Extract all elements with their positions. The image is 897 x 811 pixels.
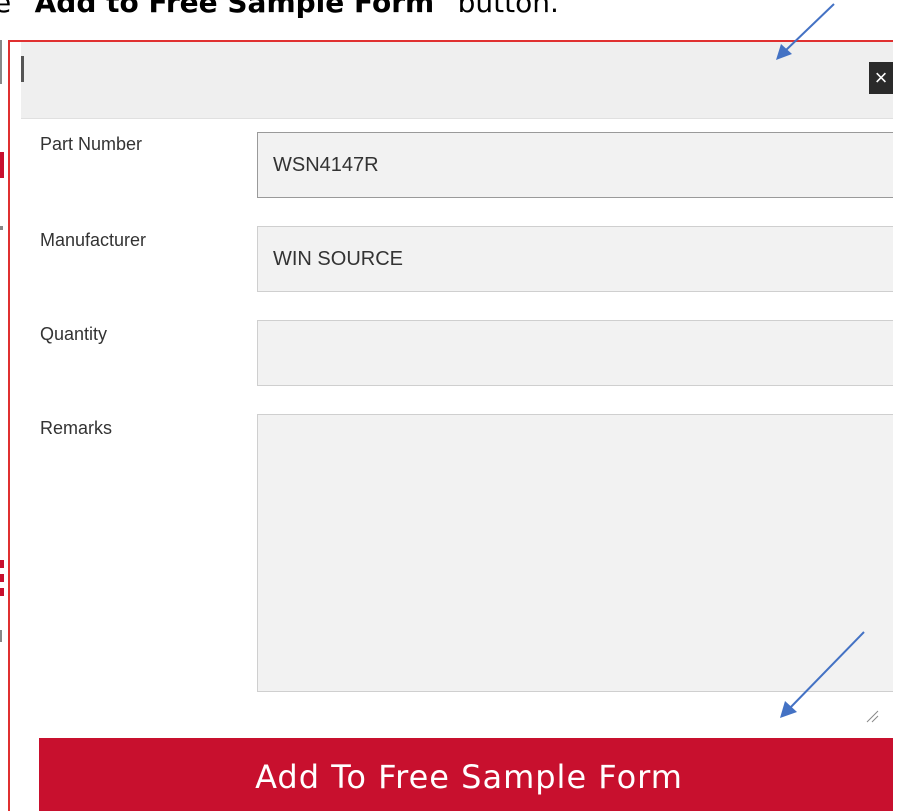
annotation-arrow-icon <box>776 3 835 60</box>
page-edge-red-mark <box>0 588 4 596</box>
page-edge-tick <box>0 226 3 230</box>
quantity-input[interactable] <box>257 320 893 386</box>
page-edge-red-mark <box>0 152 4 178</box>
caption-prefix: e “ <box>0 0 35 19</box>
manufacturer-label: Manufacturer <box>40 230 147 250</box>
caption-bold-text: Add to Free Sample Form <box>34 0 435 19</box>
remarks-label: Remarks <box>40 418 113 438</box>
page-edge-red-mark <box>0 574 4 582</box>
page-edge-tick <box>0 40 2 84</box>
caption-suffix: ” button. <box>434 0 559 19</box>
free-sample-modal: × Part Number Manufacturer Quantity Rema… <box>8 40 893 811</box>
page-edge-tick <box>0 630 2 642</box>
manufacturer-input[interactable] <box>257 226 893 292</box>
part-number-label: Part Number <box>40 134 143 154</box>
modal-header: × <box>21 42 893 119</box>
header-grip <box>21 56 24 82</box>
page-edge-red-mark <box>0 560 4 568</box>
annotation-arrow-icon <box>780 631 865 718</box>
annotation-caption: e “Add to Free Sample Form” button. <box>0 0 559 19</box>
part-number-input[interactable] <box>257 132 893 198</box>
quantity-label: Quantity <box>40 324 108 344</box>
add-to-free-sample-form-button[interactable]: Add To Free Sample Form <box>39 738 893 811</box>
close-icon[interactable]: × <box>869 62 893 94</box>
background-page-edge <box>0 40 8 811</box>
